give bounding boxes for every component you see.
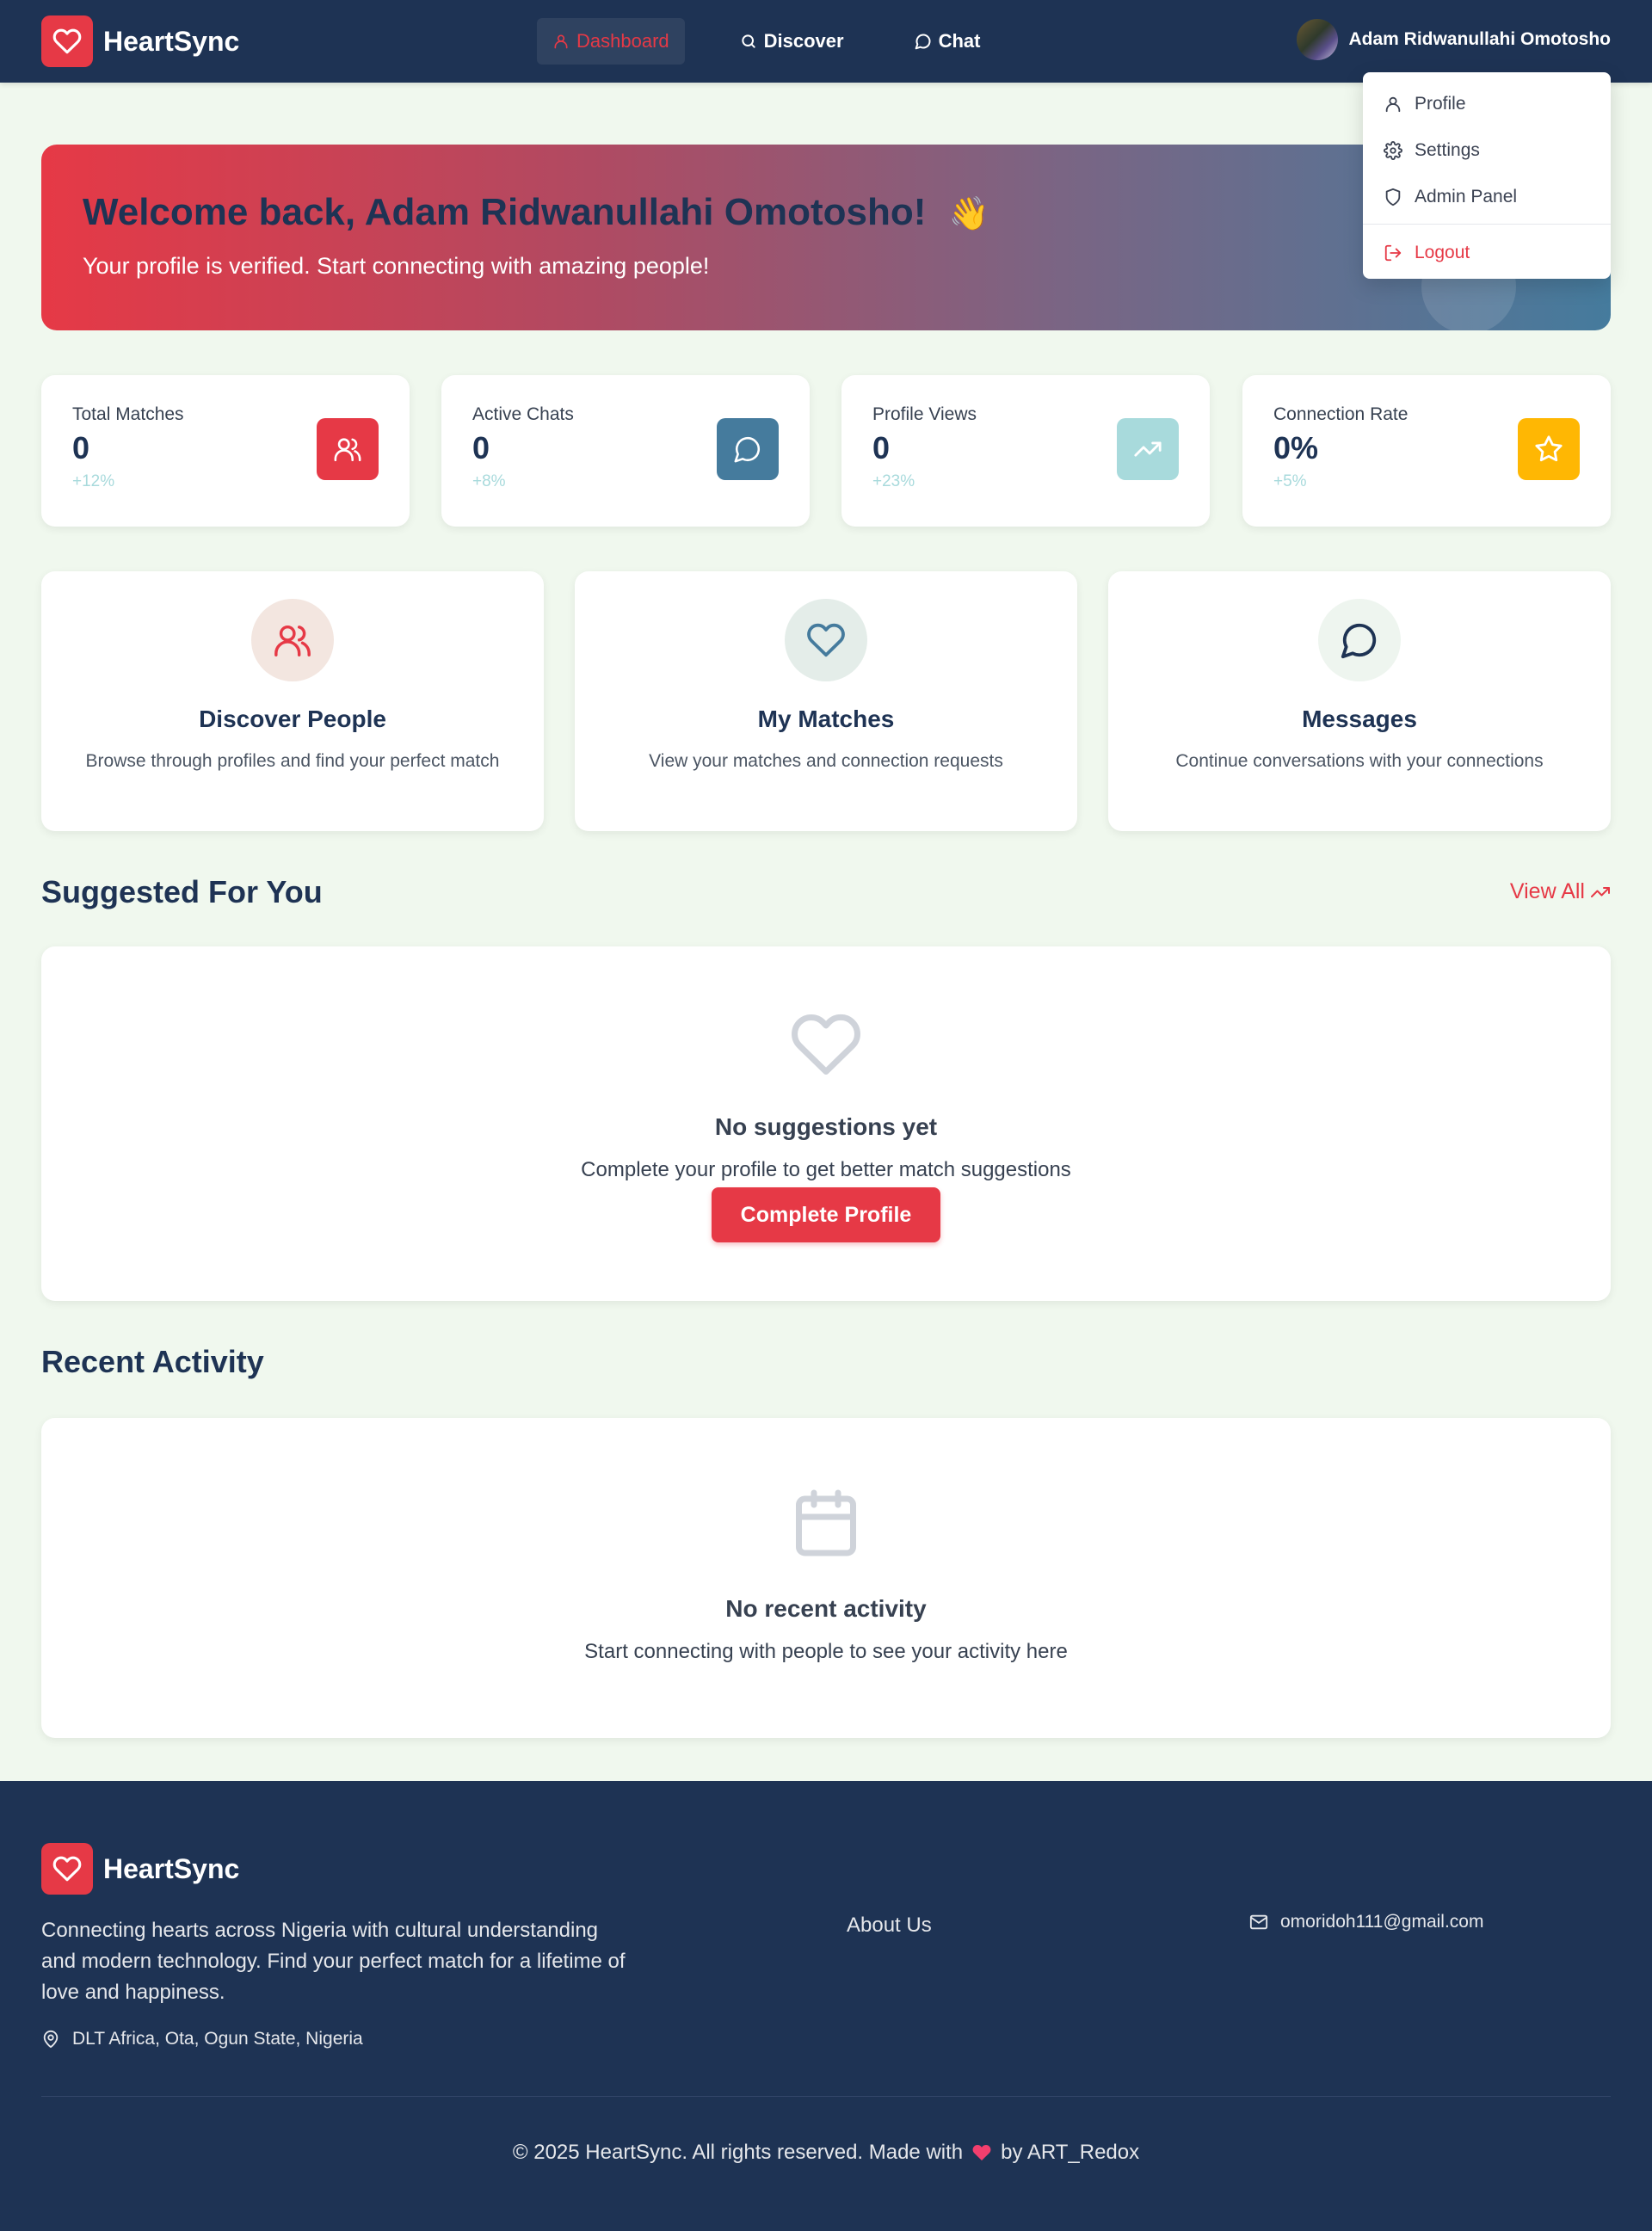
stat-label: Active Chats: [472, 404, 574, 424]
menu-item-label: Profile: [1415, 94, 1466, 114]
stat-card-total-matches: Total Matches 0 +12%: [41, 375, 410, 527]
gear-icon: [1384, 141, 1415, 160]
recent-activity-title: Recent Activity: [41, 1344, 264, 1379]
copyright-suffix: by ART_Redox: [1001, 2141, 1140, 2164]
brand-name: HeartSync: [103, 25, 240, 57]
footer-brand-name: HeartSync: [103, 1852, 240, 1884]
menu-item-logout[interactable]: Logout: [1363, 230, 1611, 276]
stat-card-active-chats: Active Chats 0 +8%: [441, 375, 810, 527]
brand-logo[interactable]: HeartSync: [41, 15, 239, 67]
empty-state-title: No suggestions yet: [714, 1113, 938, 1140]
footer-location: DLT Africa, Ota, Ogun State, Nigeria: [41, 2029, 363, 2049]
footer-divider: [41, 2096, 1611, 2097]
suggestions-panel: No suggestions yet Complete your profile…: [41, 946, 1611, 1301]
copyright-prefix: © 2025 HeartSync. All rights reserved. M…: [512, 2141, 964, 2164]
feature-title: My Matches: [757, 706, 895, 732]
user-dropdown-menu: Profile Settings Admin Panel Logout: [1363, 72, 1611, 279]
menu-item-profile[interactable]: Profile: [1363, 81, 1611, 127]
empty-state-title: No recent activity: [725, 1595, 927, 1622]
stat-change: +8%: [472, 472, 506, 490]
avatar: [1297, 19, 1339, 60]
nav-dashboard[interactable]: Dashboard: [537, 18, 685, 65]
footer-copyright: © 2025 HeartSync. All rights reserved. M…: [0, 2141, 1652, 2165]
wave-emoji: 👋: [948, 196, 989, 232]
menu-item-label: Settings: [1415, 140, 1480, 160]
chat-icon: [915, 33, 939, 50]
stat-change: +5%: [1273, 472, 1307, 490]
nav-chat[interactable]: Chat: [899, 18, 996, 65]
heart-outline-icon: [790, 1008, 862, 1081]
suggested-section-title: Suggested For You: [41, 874, 323, 909]
menu-item-settings[interactable]: Settings: [1363, 127, 1611, 174]
footer-tagline: Connecting hearts across Nigeria with cu…: [41, 1919, 626, 2004]
footer-email-link[interactable]: omoridoh111@gmail.com: [1249, 1912, 1483, 1932]
about-us-link[interactable]: About Us: [847, 1914, 932, 1938]
recent-activity-panel: No recent activity Start connecting with…: [41, 1418, 1611, 1738]
mail-icon: [1249, 1913, 1280, 1932]
stat-card-connection-rate: Connection Rate 0% +5%: [1242, 375, 1611, 527]
trending-up-icon: [1585, 882, 1611, 903]
stat-change: +12%: [72, 472, 115, 490]
empty-state-description: Start connecting with people to see your…: [584, 1640, 1068, 1663]
heart-icon: [41, 1843, 93, 1895]
footer-brand-logo[interactable]: HeartSync: [41, 1843, 239, 1895]
main-nav: Dashboard Discover Chat: [537, 18, 1035, 65]
logout-icon: [1384, 243, 1415, 262]
feature-title: Discover People: [199, 706, 386, 732]
calendar-icon: [790, 1487, 862, 1559]
feature-card-messages[interactable]: Messages Continue conversations with you…: [1108, 571, 1611, 831]
footer-email-text: omoridoh111@gmail.com: [1280, 1912, 1484, 1932]
users-icon: [251, 599, 334, 681]
user-icon: [1384, 95, 1415, 114]
menu-item-label: Admin Panel: [1415, 187, 1518, 206]
view-all-label: View All: [1509, 879, 1585, 903]
feature-desc: Browse through profiles and find your pe…: [85, 751, 500, 771]
map-pin-icon: [41, 2030, 72, 2049]
view-all-link[interactable]: View All: [1510, 879, 1611, 904]
heart-icon: [41, 15, 93, 67]
feature-desc: Continue conversations with your connect…: [1175, 751, 1544, 771]
shield-icon: [1384, 188, 1415, 206]
trending-up-icon: [1117, 418, 1179, 480]
top-navbar: HeartSync Dashboard Discover Chat Adam R…: [0, 0, 1652, 83]
footer-location-text: DLT Africa, Ota, Ogun State, Nigeria: [72, 2029, 363, 2049]
stat-change: +23%: [872, 472, 915, 490]
nav-discover[interactable]: Discover: [724, 18, 860, 65]
stat-card-profile-views: Profile Views 0 +23%: [841, 375, 1210, 527]
stat-label: Total Matches: [72, 404, 184, 424]
menu-item-label: Logout: [1415, 243, 1470, 262]
stat-label: Profile Views: [872, 404, 977, 424]
chat-icon: [717, 418, 779, 480]
users-icon: [317, 418, 379, 480]
feature-card-discover-people[interactable]: Discover People Browse through profiles …: [41, 571, 544, 831]
search-icon: [740, 33, 764, 50]
feature-title: Messages: [1302, 706, 1417, 732]
footer: HeartSync Connecting hearts across Niger…: [0, 1781, 1652, 2231]
nav-dashboard-label: Dashboard: [576, 30, 669, 52]
stat-value: 0%: [1273, 430, 1319, 465]
heart-icon: [963, 2142, 1001, 2163]
stat-value: 0: [872, 430, 891, 465]
user-menu-trigger[interactable]: Adam Ridwanullahi Omotosho: [1297, 19, 1611, 60]
menu-item-admin-panel[interactable]: Admin Panel: [1363, 174, 1611, 220]
menu-divider: [1363, 224, 1611, 225]
heart-icon: [785, 599, 867, 681]
stat-value: 0: [72, 430, 90, 465]
chat-icon: [1318, 599, 1401, 681]
feature-card-my-matches[interactable]: My Matches View your matches and connect…: [575, 571, 1077, 831]
welcome-title-text: Welcome back, Adam Ridwanullahi Omotosho…: [83, 191, 927, 233]
empty-state-description: Complete your profile to get better matc…: [581, 1158, 1071, 1181]
welcome-title: Welcome back, Adam Ridwanullahi Omotosho…: [83, 191, 989, 234]
feature-desc: View your matches and connection request…: [649, 751, 1003, 771]
welcome-subtitle: Your profile is verified. Start connecti…: [83, 253, 710, 279]
nav-chat-label: Chat: [938, 30, 981, 52]
user-name: Adam Ridwanullahi Omotosho: [1348, 29, 1611, 49]
stat-value: 0: [472, 430, 490, 465]
star-icon: [1518, 418, 1580, 480]
complete-profile-button[interactable]: Complete Profile: [712, 1187, 940, 1242]
user-icon: [552, 33, 576, 50]
nav-discover-label: Discover: [763, 30, 844, 52]
stat-label: Connection Rate: [1273, 404, 1409, 424]
